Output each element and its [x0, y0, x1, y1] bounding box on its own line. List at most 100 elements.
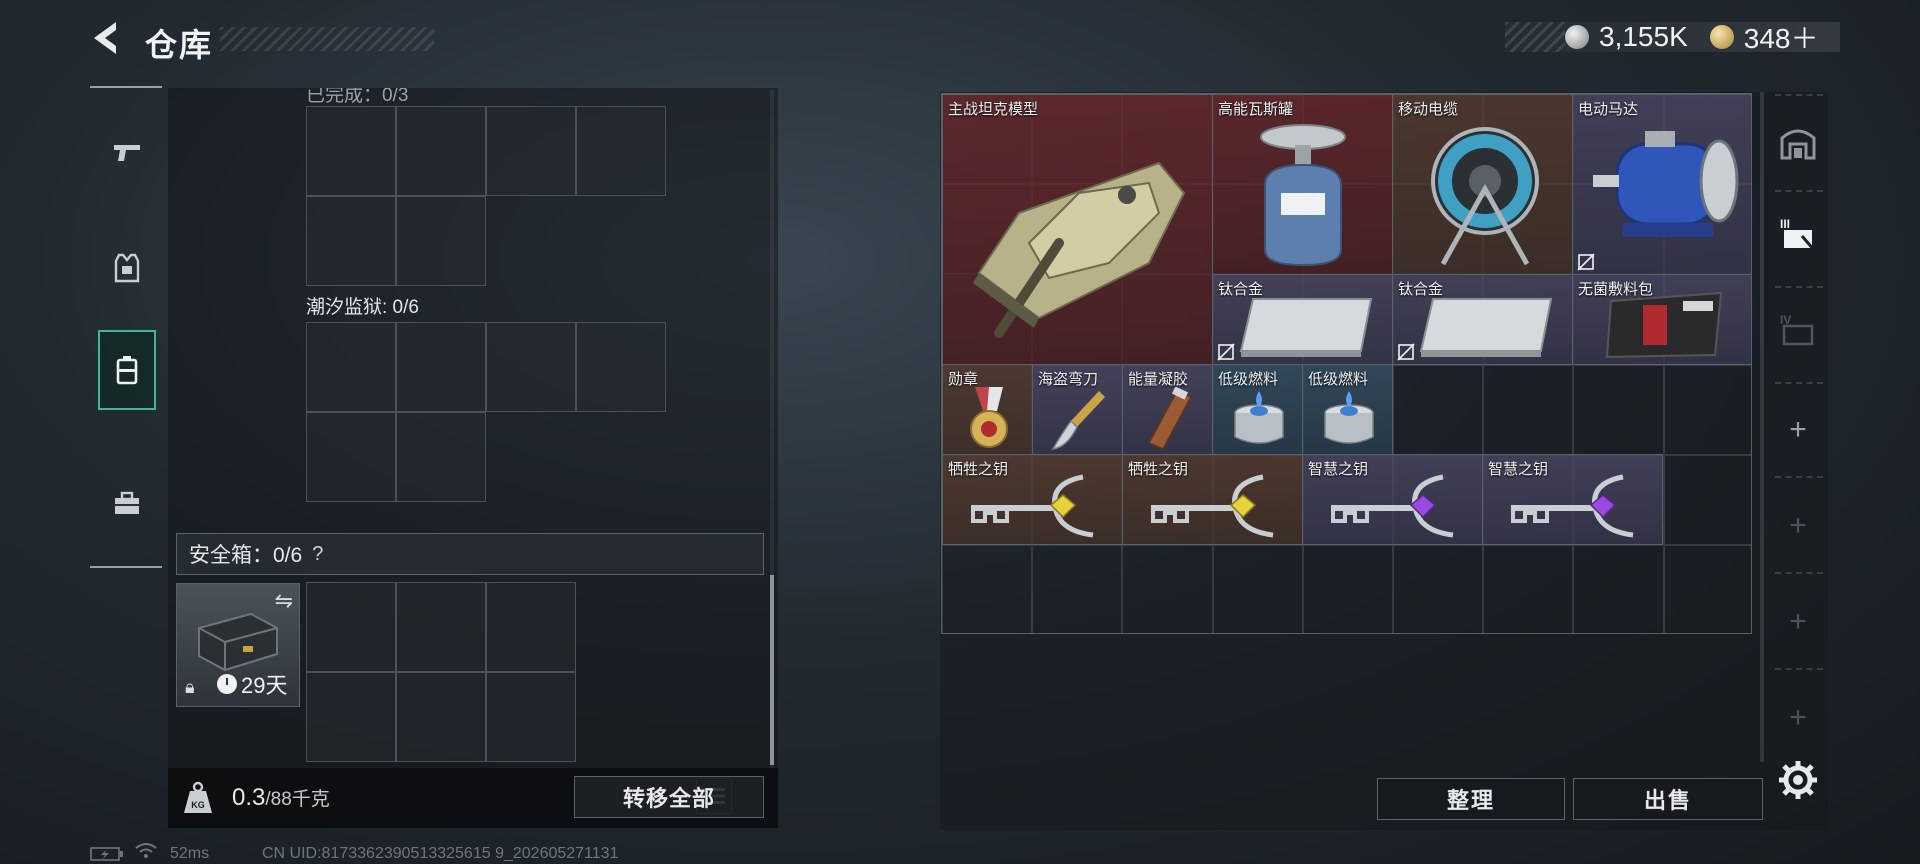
- weight-readout: 0.3/88千克: [232, 784, 330, 812]
- storage-iii-icon: III: [1780, 217, 1816, 251]
- ping-text: 52ms: [170, 845, 210, 862]
- storage-cell[interactable]: [942, 545, 1033, 633]
- grid-cell[interactable]: [396, 106, 486, 196]
- item-tank-model[interactable]: 主战坦克模型: [942, 94, 1213, 365]
- svg-text:KG: KG: [191, 800, 205, 810]
- storage-cell[interactable]: [1302, 545, 1393, 633]
- category-toolbox[interactable]: [98, 464, 156, 544]
- backpack-icon: [116, 356, 138, 385]
- storage-cell[interactable]: [1663, 454, 1751, 545]
- safe-box-item[interactable]: ⇋ 🔒︎ 29天: [176, 583, 300, 707]
- grid-cell[interactable]: [396, 582, 486, 672]
- item-electric-motor[interactable]: 电动马达: [1572, 94, 1751, 275]
- grid-cell[interactable]: [306, 196, 396, 286]
- item-pirate-knife[interactable]: 海盗弯刀: [1032, 364, 1123, 455]
- storage-grid[interactable]: 主战坦克模型 高能瓦斯罐 移动电缆 电动马达 钛合金 钛合金 无菌敷料包 勋章 …: [941, 93, 1752, 634]
- gold-currency-value[interactable]: 348＋: [1744, 17, 1819, 57]
- storage-scrollbar[interactable]: [1760, 92, 1764, 762]
- sell-button[interactable]: 出售: [1573, 778, 1763, 820]
- grid-cell[interactable]: [576, 322, 666, 412]
- section-label-tidal-prison: 潮汐监狱: 0/6: [306, 297, 419, 318]
- storage-cell[interactable]: [1122, 545, 1213, 633]
- storage-cell[interactable]: [1212, 545, 1303, 633]
- add-storage-tab-locked[interactable]: +: [1770, 594, 1826, 650]
- category-weapon[interactable]: [98, 112, 156, 192]
- item-name: 低级燃料: [1218, 371, 1279, 388]
- help-icon[interactable]: ?: [312, 543, 323, 566]
- storage-cell[interactable]: [1663, 545, 1751, 633]
- tab-divider: [1775, 476, 1823, 478]
- sort-button[interactable]: 整理: [1377, 778, 1565, 820]
- storage-cell[interactable]: [1573, 364, 1664, 455]
- tab-storage-4[interactable]: IV: [1770, 302, 1826, 358]
- container-grid-1[interactable]: [306, 106, 666, 286]
- item-fuel-can[interactable]: 低级燃料: [1212, 364, 1303, 455]
- titanium-alloy-icon: [1239, 298, 1373, 357]
- grid-cell[interactable]: [306, 412, 396, 502]
- storage-cell[interactable]: [1393, 545, 1484, 633]
- grid-cell[interactable]: [486, 322, 576, 412]
- category-armor[interactable]: [98, 228, 156, 308]
- weight-icon: KG: [184, 781, 212, 813]
- item-wisdom-key[interactable]: 智慧之钥: [1302, 454, 1483, 545]
- storage-cell[interactable]: [1483, 545, 1574, 633]
- item-sacrifice-key[interactable]: 牺牲之钥: [1122, 454, 1303, 545]
- grid-cell[interactable]: [396, 322, 486, 412]
- item-titanium-alloy[interactable]: 钛合金: [1392, 274, 1573, 365]
- silver-coin-icon: [1565, 25, 1589, 49]
- swap-icon[interactable]: ⇋: [275, 588, 293, 614]
- item-medal[interactable]: 勋章: [942, 364, 1033, 455]
- grid-cell[interactable]: [396, 672, 486, 762]
- add-storage-tab-locked[interactable]: +: [1770, 498, 1826, 554]
- grid-cell[interactable]: [306, 106, 396, 196]
- tab-storage-3[interactable]: III: [1770, 206, 1826, 262]
- item-name: 牺牲之钥: [948, 461, 1009, 478]
- add-storage-tab[interactable]: +: [1770, 402, 1826, 458]
- toolbox-icon: [115, 491, 139, 514]
- grid-cell[interactable]: [396, 412, 486, 502]
- safe-box-grid[interactable]: [306, 582, 576, 762]
- item-name: 主战坦克模型: [948, 101, 1039, 118]
- category-backpack[interactable]: [98, 330, 156, 410]
- grid-cell[interactable]: [396, 196, 486, 286]
- item-sterile-dressing[interactable]: 无菌敷料包: [1572, 274, 1751, 365]
- item-name: 海盗弯刀: [1038, 371, 1099, 388]
- left-scrollbar-thumb[interactable]: [770, 575, 774, 765]
- category-divider: [90, 86, 162, 88]
- tab-warehouse[interactable]: [1770, 114, 1826, 170]
- grid-cell[interactable]: [306, 672, 396, 762]
- wifi-icon: [135, 843, 157, 858]
- grid-cell[interactable]: [486, 672, 576, 762]
- item-sacrifice-key[interactable]: 牺牲之钥: [942, 454, 1123, 545]
- container-grid-2[interactable]: [306, 322, 666, 502]
- settings-gear-icon[interactable]: [1776, 758, 1820, 802]
- key-yellow-icon: [1151, 474, 1274, 538]
- fuel-can-icon: [1324, 391, 1374, 444]
- back-button[interactable]: [88, 18, 124, 58]
- storage-cell[interactable]: [1393, 364, 1484, 455]
- weight-bar: KG 0.3/88千克 转移全部: [168, 768, 778, 828]
- storage-cell[interactable]: [1483, 364, 1574, 455]
- storage-cell[interactable]: [1663, 364, 1751, 455]
- add-storage-tab-locked[interactable]: +: [1770, 690, 1826, 746]
- grid-gap: [486, 196, 576, 286]
- storage-cell[interactable]: [1032, 545, 1123, 633]
- fuel-can-icon: [1234, 391, 1284, 444]
- item-fuel-can[interactable]: 低级燃料: [1302, 364, 1393, 455]
- item-gas-canister[interactable]: 高能瓦斯罐: [1212, 94, 1393, 275]
- item-cable-reel[interactable]: 移动电缆: [1392, 94, 1573, 275]
- grid-cell[interactable]: [576, 106, 666, 196]
- energy-gel-icon: [1147, 387, 1193, 450]
- grid-cell[interactable]: [486, 106, 576, 196]
- grid-cell[interactable]: [306, 582, 396, 672]
- item-energy-gel[interactable]: 能量凝胶: [1122, 364, 1213, 455]
- item-titanium-alloy[interactable]: 钛合金: [1212, 274, 1393, 365]
- tab-divider: [1775, 572, 1823, 574]
- grid-cell[interactable]: [306, 322, 396, 412]
- weight-value: 0.3: [232, 784, 266, 811]
- storage-cell[interactable]: [1573, 545, 1664, 633]
- transfer-all-button[interactable]: 转移全部: [574, 776, 764, 818]
- item-wisdom-key[interactable]: 智慧之钥: [1482, 454, 1663, 545]
- grid-cell[interactable]: [486, 582, 576, 672]
- item-name: 高能瓦斯罐: [1218, 101, 1294, 118]
